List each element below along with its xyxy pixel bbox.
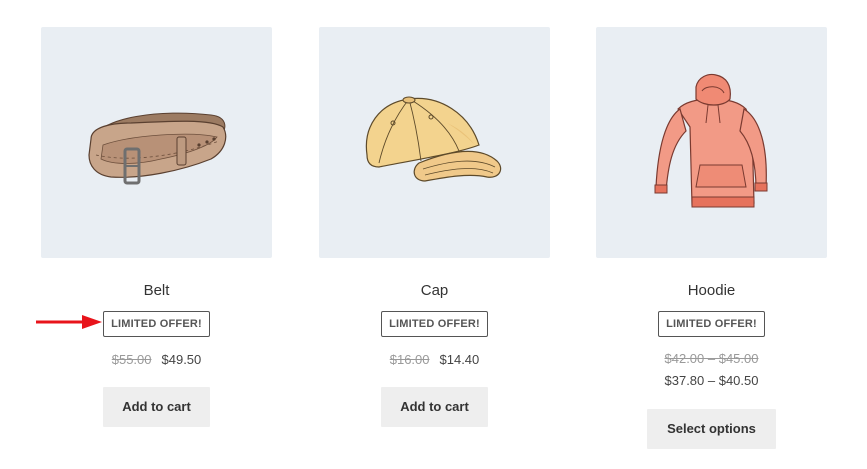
product-card-cap: Cap LIMITED OFFER! $16.00 $14.40 Add to c… [319, 27, 550, 427]
price: $42.00 – $45.00 $37.80 – $40.50 [596, 349, 827, 393]
price-sale: $14.40 [439, 352, 480, 367]
belt-image [88, 112, 227, 185]
add-to-cart-button[interactable]: Add to cart [381, 387, 488, 427]
product-card-belt: Belt LIMITED OFFER! $55.00 $49.50 Add to … [41, 27, 272, 427]
limited-offer-badge: LIMITED OFFER! [381, 311, 488, 337]
red-arrow-icon [36, 315, 102, 329]
product-image-belt[interactable] [41, 27, 272, 258]
product-grid: Belt LIMITED OFFER! $55.00 $49.50 Add to … [0, 0, 867, 469]
product-title[interactable]: Cap [319, 282, 550, 300]
price: $16.00 $14.40 [319, 349, 550, 371]
product-image-cap[interactable] [319, 27, 550, 258]
select-options-button[interactable]: Select options [647, 409, 776, 449]
limited-offer-badge: LIMITED OFFER! [103, 311, 210, 337]
limited-offer-badge: LIMITED OFFER! [658, 311, 765, 337]
price: $55.00 $49.50 [41, 349, 272, 371]
add-to-cart-button[interactable]: Add to cart [103, 387, 210, 427]
hoodie-image [654, 73, 768, 208]
product-image-hoodie[interactable] [596, 27, 827, 258]
product-card-hoodie: Hoodie LIMITED OFFER! $42.00 – $45.00 $37… [596, 27, 827, 449]
product-title[interactable]: Hoodie [596, 282, 827, 300]
price-original: $42.00 – $45.00 [664, 351, 759, 366]
product-title[interactable]: Belt [41, 282, 272, 300]
price-original: $16.00 [389, 352, 430, 367]
cap-image [365, 96, 502, 182]
price-original: $55.00 [111, 352, 152, 367]
price-sale: $37.80 – $40.50 [664, 373, 759, 388]
price-sale: $49.50 [161, 352, 202, 367]
